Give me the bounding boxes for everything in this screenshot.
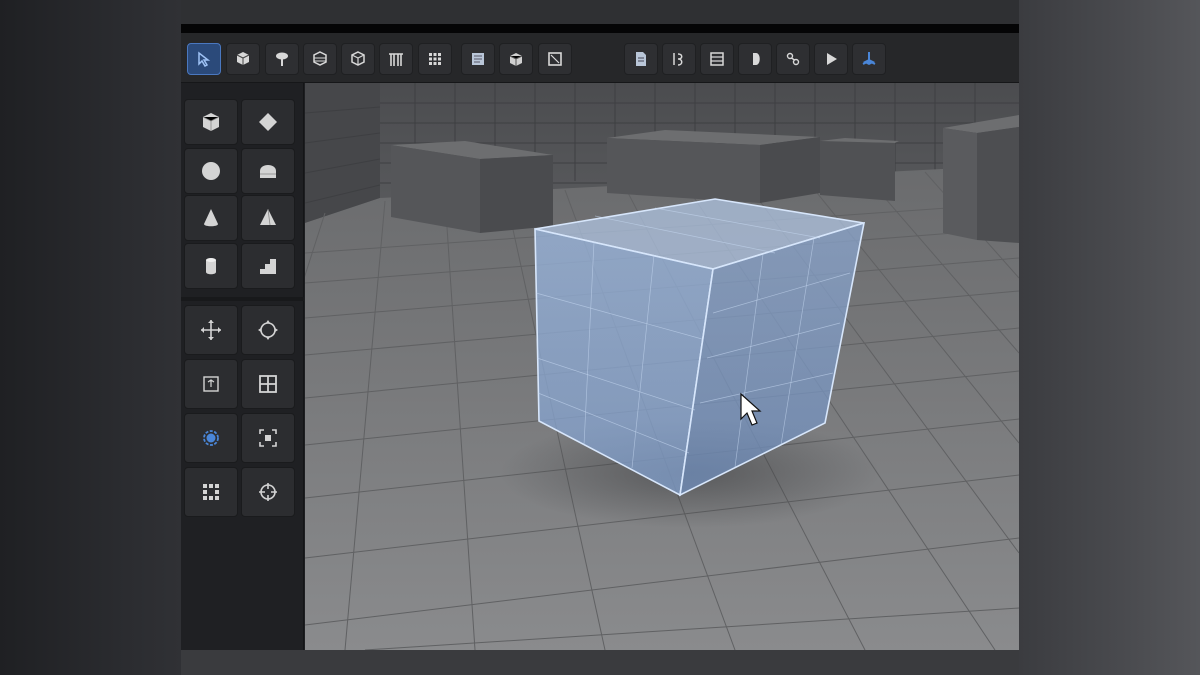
dome-icon [260,165,276,178]
align-grid-icon [203,484,219,500]
gate-icon [389,53,403,66]
split-tool-button[interactable] [738,43,772,75]
grid-dots-icon [429,53,441,65]
cylinder-icon [206,258,216,275]
sidebar-divider [181,297,304,301]
play-tool-button[interactable] [814,43,848,75]
sphere-icon [202,162,220,180]
primitive-sphere-button[interactable] [184,148,238,194]
snap-bracket-icon [259,429,277,447]
primitive-pyramid-button[interactable] [241,195,295,241]
foliage-icon [276,52,288,66]
film-icon [710,52,724,66]
pivot-circle-icon [203,430,219,446]
select-tool-button[interactable] [187,43,221,75]
panel-icon [548,52,562,66]
transform-tool-button[interactable] [852,43,886,75]
texture-tool-button[interactable] [461,43,495,75]
rotate-icon [258,320,278,340]
move-tool-button[interactable] [184,305,238,355]
primitive-diamond-button[interactable] [241,99,295,145]
primitive-stairs-button[interactable] [241,243,295,289]
mesh-icon [313,51,327,66]
block-center-small [820,138,899,201]
primitive-cylinder-button[interactable] [184,243,238,289]
snap-tool-button[interactable] [241,413,295,463]
main-toolbar [181,33,1019,83]
scale-tool-button[interactable] [184,359,238,409]
tree-tool-button[interactable] [265,43,299,75]
background-blur-top [181,0,1019,24]
crosshair-icon [259,483,277,501]
pivot-tool-button[interactable] [184,413,238,463]
pyramid-icon [260,208,276,226]
stairs-icon [260,259,276,274]
quad-view-tool-button[interactable] [241,359,295,409]
gate-tool-button[interactable] [379,43,413,75]
box-tool-button[interactable] [341,43,375,75]
align-tool-button[interactable] [184,467,238,517]
texture-icon [472,53,484,65]
split-icon [750,53,760,65]
rotate-tool-button[interactable] [241,305,295,355]
axis-gizmo-icon [862,52,876,65]
mesh-tool-button[interactable] [303,43,337,75]
move-arrows-icon [201,320,221,340]
3d-viewport[interactable] [305,83,1019,650]
quad-grid-icon [259,375,277,393]
film-tool-button[interactable] [700,43,734,75]
document-tool-button[interactable] [624,43,658,75]
block-left [391,141,553,233]
diamond-icon [259,113,277,131]
cone-icon [204,209,218,227]
cube-solid-icon [236,52,250,65]
document-icon [636,52,646,66]
panel-tool-button[interactable] [538,43,572,75]
scale-box-icon [203,376,219,392]
cube-tool-button[interactable] [226,43,260,75]
primitive-dome-button[interactable] [241,148,295,194]
primitive-cube-button[interactable] [184,99,238,145]
block-icon [509,53,523,66]
node-tool-button[interactable] [776,43,810,75]
cube-icon [202,113,220,131]
box-outline-icon [351,51,365,66]
background-blur-left [0,0,181,675]
background-blur-right [1019,0,1200,675]
tool-sidebar [181,83,304,650]
title-bar [181,24,1019,33]
block-tool-button[interactable] [499,43,533,75]
viewport-scene [305,83,1019,650]
background-blur-bottom [181,650,1019,675]
play-icon [827,53,837,65]
primitive-cone-button[interactable] [184,195,238,241]
block-center [607,130,820,203]
editor-window [181,24,1019,650]
block-right [943,115,1019,243]
link-icon [673,53,683,66]
link-tool-button[interactable] [662,43,696,75]
grid-tool-button[interactable] [418,43,452,75]
node-icon [786,52,800,66]
target-tool-button[interactable] [241,467,295,517]
select-arrow-icon [198,51,211,67]
